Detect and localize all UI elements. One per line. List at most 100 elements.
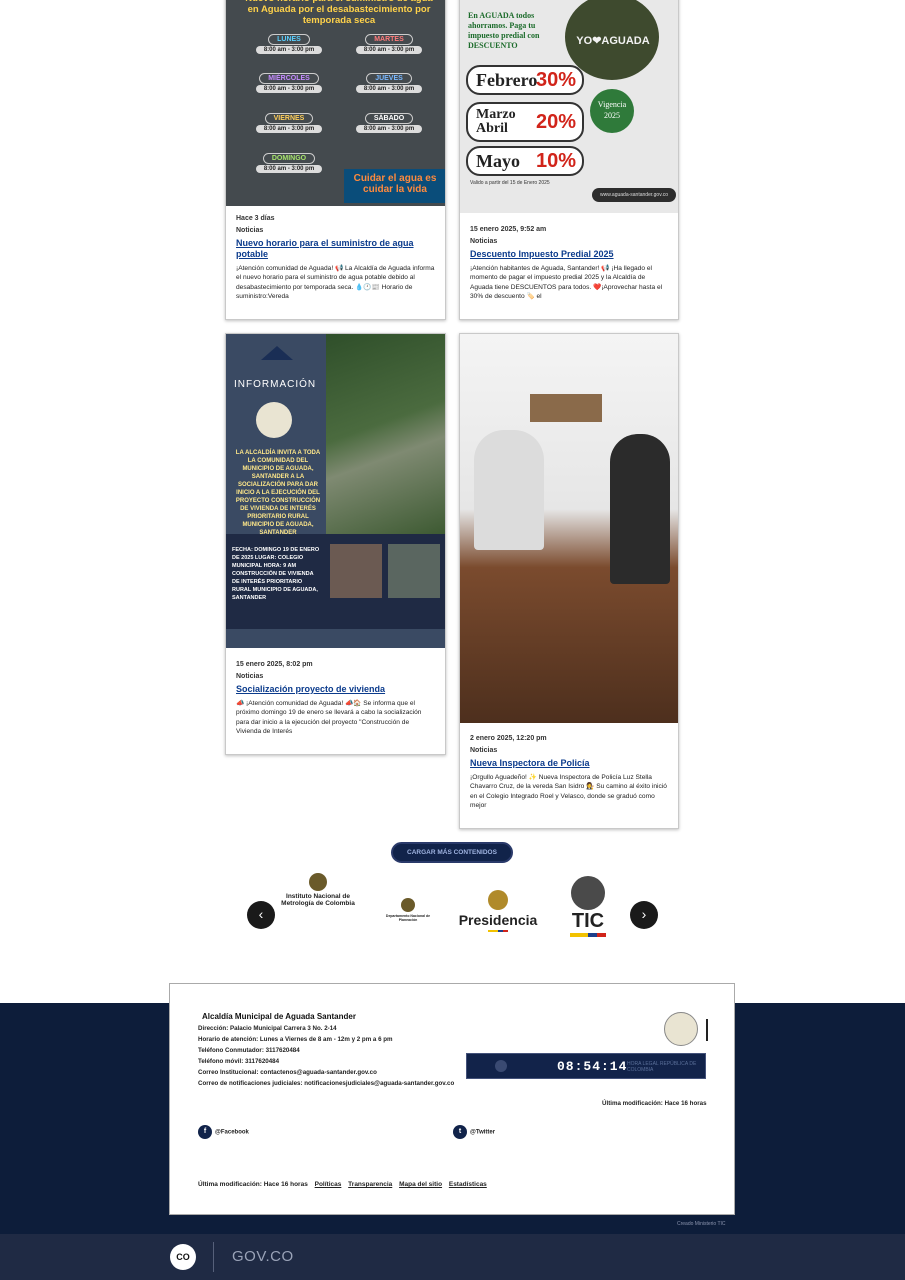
facebook-icon: f: [198, 1125, 212, 1139]
footer-link-transparency[interactable]: Transparencia: [348, 1181, 392, 1188]
facebook-label: @Facebook: [215, 1129, 249, 1136]
last-modified-bottom: Última modificación: Hace 16 horas: [198, 1181, 308, 1188]
shield-icon: [495, 1060, 507, 1072]
entity-name: Alcaldía Municipal de Aguada Santander: [202, 1012, 356, 1021]
facebook-link[interactable]: f @Facebook: [198, 1125, 249, 1139]
person-silhouette: [474, 430, 544, 550]
partner-name: Presidencia: [458, 912, 538, 928]
divider: [213, 1242, 214, 1272]
footer-links: Última modificación: Hace 16 horas Polít…: [198, 1181, 487, 1188]
clock-time: 08:54:14: [557, 1059, 628, 1074]
partner-name: Departamento Nacional de Planeación: [385, 914, 431, 922]
post-card[interactable]: Nuevo horario para el suministro de agua…: [225, 0, 446, 320]
day-wednesday: MIÉRCOLES 8:00 am - 3:00 pm: [244, 73, 334, 93]
coat-of-arms-icon: [488, 890, 508, 910]
house-icon: [261, 346, 293, 360]
meeting-photo: [330, 544, 382, 598]
carousel-prev-button[interactable]: ‹: [247, 901, 275, 929]
footer-mobile: Teléfono móvil: 3117620484: [198, 1058, 280, 1065]
post-image[interactable]: Nuevo horario para el suministro de agua…: [226, 0, 445, 206]
coat-of-arms-icon: [571, 876, 605, 910]
poster-slogan: Cuidar el agua es cuidar la vida: [344, 169, 445, 203]
day-tuesday: MARTES 8:00 am - 3:00 pm: [344, 34, 434, 54]
discount-may: Mayo 10%: [466, 146, 584, 176]
post-category: Noticias: [470, 747, 498, 754]
clock-label: HORA LEGAL REPÚBLICA DE COLOMBIA: [627, 1061, 697, 1073]
poster-website: www.aguada-santander.gov.co: [592, 188, 676, 202]
footer-card: Alcaldía Municipal de Aguada Santander D…: [169, 983, 735, 1215]
discount-march-april: Marzo Abril 20%: [466, 102, 584, 142]
partner-logo[interactable]: Departamento Nacional de Planeación: [377, 898, 439, 922]
sign-text: YO❤AGUADA: [576, 35, 650, 47]
discount-february: Febrero 30%: [466, 65, 584, 95]
carousel-next-button[interactable]: ›: [630, 901, 658, 929]
footer-link-statistics[interactable]: Estadísticas: [449, 1181, 487, 1188]
post-image[interactable]: En AGUADA todos ahorramos. Paga tu impue…: [460, 0, 678, 213]
legal-time-widget[interactable]: 08:54:14 HORA LEGAL REPÚBLICA DE COLOMBI…: [466, 1053, 706, 1079]
chevron-right-icon: ›: [641, 906, 647, 922]
footer-phone: Teléfono Conmutador: 3117620484: [198, 1047, 300, 1054]
post-image[interactable]: INFORMACIÓN LA ALCALDÍA INVITA A TODA LA…: [226, 334, 445, 648]
post-category: Noticias: [470, 238, 498, 245]
post-image[interactable]: [460, 334, 678, 723]
partner-name: TIC: [571, 910, 605, 932]
poster-footnote: Valido a partir del 15 de Enero 2025: [470, 180, 550, 186]
poster-heading: Nuevo horario para el suministro de agua…: [245, 0, 432, 26]
post-excerpt: ¡Orgullo Aguadeño! ✨ Nueva Inspectora de…: [470, 774, 667, 810]
footer-email[interactable]: Correo Institucional: contactenos@aguada…: [198, 1069, 377, 1076]
coat-of-arms-icon: [401, 898, 415, 912]
day-saturday: SÁBADO 8:00 am - 3:00 pm: [344, 113, 434, 133]
municipality-logo: [664, 1012, 698, 1046]
vigencia-badge: Vigencia 2025: [590, 89, 634, 133]
post-excerpt: ¡Atención habitantes de Aguada, Santande…: [470, 265, 663, 301]
partner-logo[interactable]: Presidencia: [458, 890, 538, 932]
meeting-photo: [388, 544, 440, 598]
post-category: Noticias: [236, 673, 264, 680]
partner-name: Instituto Nacional de Metrología de Colo…: [281, 893, 355, 907]
municipality-emblem: [256, 402, 292, 438]
footer-link-sitemap[interactable]: Mapa del sitio: [399, 1181, 442, 1188]
partner-logo[interactable]: TIC: [565, 876, 611, 937]
post-title-link[interactable]: Nueva Inspectora de Policía: [470, 758, 668, 769]
poster-invite-text: LA ALCALDÍA INVITA A TODA LA COMUNIDAD D…: [235, 450, 321, 536]
logo-divider: [706, 1019, 708, 1041]
day-friday: VIERNES 8:00 am - 3:00 pm: [244, 113, 334, 133]
poster-title: INFORMACIÓN: [234, 379, 317, 390]
flag-stripe: [488, 930, 508, 932]
post-date: 2 enero 2025, 12:20 pm: [470, 735, 547, 742]
day-sunday: DOMINGO 8:00 am - 3:00 pm: [244, 153, 334, 173]
post-date: 15 enero 2025, 8:02 pm: [236, 661, 313, 668]
partner-logo[interactable]: Instituto Nacional de Metrología de Colo…: [276, 873, 360, 907]
twitter-link[interactable]: t @Twitter: [453, 1125, 495, 1139]
post-date: 15 enero 2025, 9:52 am: [470, 226, 547, 233]
post-title-link[interactable]: Socialización proyecto de vivienda: [236, 684, 435, 695]
footer-legal-email[interactable]: Correo de notificaciones judiciales: not…: [198, 1080, 454, 1087]
post-title-link[interactable]: Descuento Impuesto Predial 2025: [470, 249, 668, 260]
twitter-label: @Twitter: [470, 1129, 496, 1136]
post-category: Noticias: [236, 227, 264, 234]
post-card[interactable]: 2 enero 2025, 12:20 pm Noticias Nueva In…: [459, 333, 679, 829]
gov-footer: CO GOV.CO: [0, 1234, 905, 1280]
day-thursday: JUEVES 8:00 am - 3:00 pm: [344, 73, 434, 93]
post-card[interactable]: INFORMACIÓN LA ALCALDÍA INVITA A TODA LA…: [225, 333, 446, 755]
credit-text[interactable]: Creado Ministerio TIC: [677, 1221, 726, 1227]
load-more-button[interactable]: CARGAR MÁS CONTENIDOS: [391, 842, 513, 863]
poster-website-text: www.aguada-santander.gov.co: [599, 192, 668, 198]
day-monday: LUNES 8:00 am - 3:00 pm: [244, 34, 334, 54]
colombia-logo[interactable]: CO: [170, 1244, 196, 1270]
footer-address: Dirección: Palacio Municipal Carrera 3 N…: [198, 1025, 337, 1032]
post-title-link[interactable]: Nuevo horario para el suministro de agua…: [236, 238, 435, 260]
govco-logo[interactable]: GOV.CO: [232, 1248, 294, 1265]
flag-stripe: [570, 933, 606, 937]
post-card[interactable]: En AGUADA todos ahorramos. Paga tu impue…: [459, 0, 679, 320]
post-date: Hace 3 días: [236, 215, 275, 222]
footer-hours: Horario de atención: Lunes a Viernes de …: [198, 1036, 393, 1043]
person-silhouette: [610, 434, 670, 584]
picture-frame: [530, 394, 602, 422]
coat-of-arms-icon: [309, 873, 327, 891]
poster-intro: En AGUADA todos ahorramos. Paga tu impue…: [468, 11, 540, 50]
post-excerpt: ¡Atención comunidad de Aguada! 📢 La Alca…: [236, 265, 435, 301]
post-excerpt: 📣 ¡Atención comunidad de Aguada! 📣🏠 Se i…: [236, 700, 422, 736]
chevron-left-icon: ‹: [258, 906, 264, 922]
footer-link-policies[interactable]: Políticas: [315, 1181, 342, 1188]
